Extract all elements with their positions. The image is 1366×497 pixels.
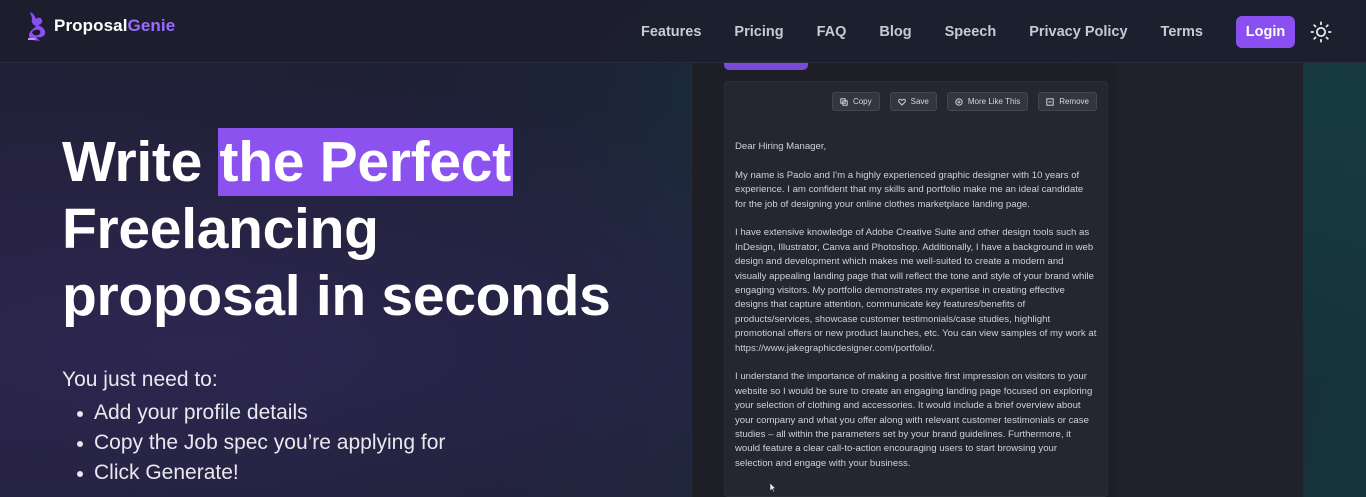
brand-name: ProposalGenie <box>54 16 175 36</box>
hero-headline: Write the Perfect Freelancing proposal i… <box>62 128 611 330</box>
brand-name-part2: Genie <box>127 16 176 35</box>
login-button[interactable]: Login <box>1236 15 1295 48</box>
mockup-side-panel <box>1116 63 1303 497</box>
remove-button[interactable]: Remove <box>1038 92 1097 111</box>
headline-highlight: the Perfect <box>217 128 513 196</box>
mockup-active-tab <box>724 63 808 70</box>
letter-paragraph: I have extensive knowledge of Adobe Crea… <box>735 227 1097 354</box>
sun-icon[interactable] <box>1310 20 1332 43</box>
proposal-letter: Dear Hiring Manager, My name is Paolo an… <box>735 140 1097 486</box>
nav-link-privacy-policy[interactable]: Privacy Policy <box>1029 24 1127 40</box>
copy-label: Copy <box>852 97 872 106</box>
hero-section: Write the Perfect Freelancing proposal i… <box>62 128 611 330</box>
step-item: Copy the Job spec you’re applying for <box>76 428 445 458</box>
nav-link-speech[interactable]: Speech <box>945 24 997 40</box>
nav-link-pricing[interactable]: Pricing <box>734 24 783 40</box>
headline-line3: proposal in seconds <box>62 264 611 328</box>
heart-icon <box>897 98 906 106</box>
save-label: Save <box>910 97 929 106</box>
step-item: Click Generate! <box>76 458 445 488</box>
nav-link-features[interactable]: Features <box>641 24 701 40</box>
save-button[interactable]: Save <box>889 92 937 111</box>
nav-link-terms[interactable]: Terms <box>1161 24 1203 40</box>
genie-logo-icon <box>28 12 46 41</box>
nav-links: Features Pricing FAQ Blog Speech Privacy… <box>641 0 1366 63</box>
top-navbar: ProposalGenie Features Pricing FAQ Blog … <box>0 0 1366 63</box>
copy-button[interactable]: Copy <box>831 92 880 111</box>
more-like-this-label: More Like This <box>967 97 1021 106</box>
letter-paragraph: My name is Paolo and I'm a highly experi… <box>735 169 1084 210</box>
headline-part1: Write <box>62 130 218 194</box>
more-like-this-button[interactable]: More Like This <box>946 92 1029 111</box>
headline-line2: Freelancing <box>62 197 379 261</box>
mouse-cursor-icon <box>769 482 776 493</box>
hero-subheading: You just need to: <box>62 368 218 391</box>
remove-label: Remove <box>1059 97 1089 106</box>
minus-square-icon <box>1046 97 1054 106</box>
step-item: Add your profile details <box>76 398 445 428</box>
brand-name-part1: Proposal <box>54 16 128 35</box>
steps-list: Add your profile details Copy the Job sp… <box>76 398 445 488</box>
letter-greeting: Dear Hiring Manager, <box>735 141 827 152</box>
plus-circle-icon <box>955 97 963 106</box>
nav-link-faq[interactable]: FAQ <box>817 24 847 40</box>
copy-icon <box>840 97 848 106</box>
proposal-actions: Copy Save More Like This Remove <box>822 92 1097 111</box>
proposal-card: Copy Save More Like This Remove Dear Hir… <box>724 81 1108 497</box>
brand[interactable]: ProposalGenie <box>26 10 175 42</box>
nav-link-blog[interactable]: Blog <box>879 24 911 40</box>
letter-paragraph: I understand the importance of making a … <box>735 371 1093 469</box>
